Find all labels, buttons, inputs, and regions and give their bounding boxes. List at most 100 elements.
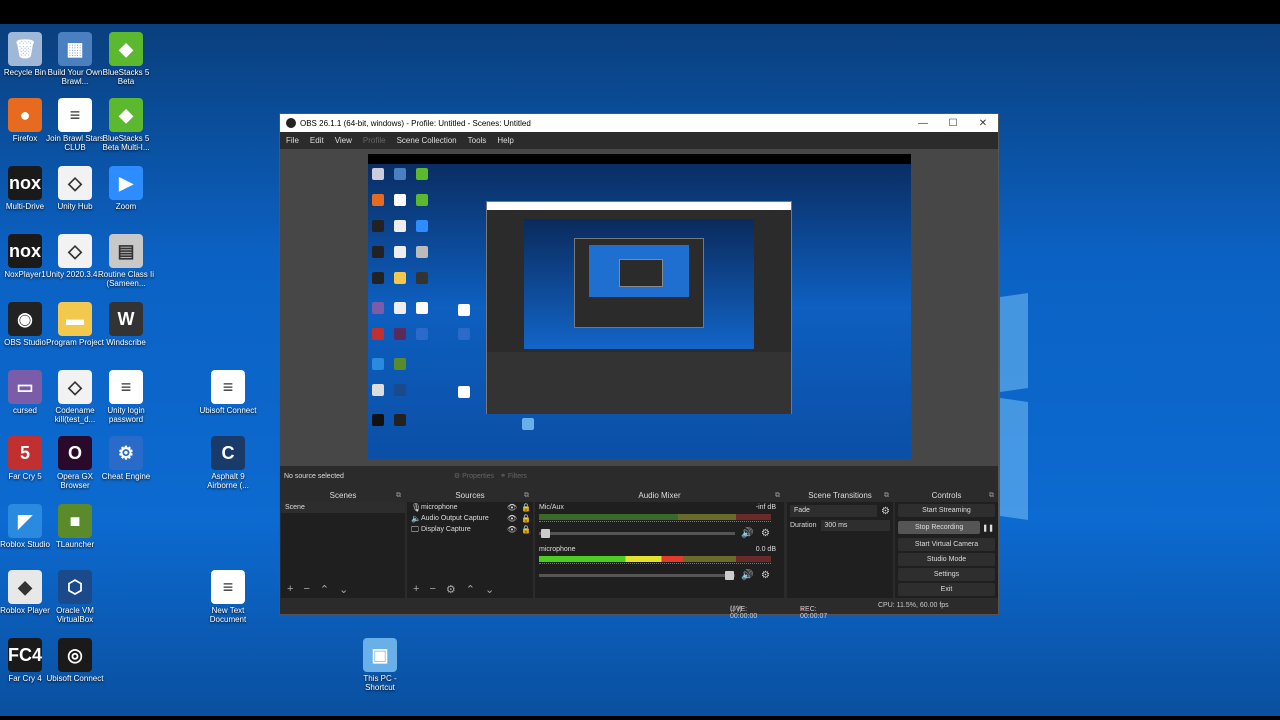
desktop-icon[interactable]: ≡ Ubisoft Connect (198, 370, 258, 415)
menu-bar: File Edit View Profile Scene Collection … (280, 132, 998, 149)
menu-profile[interactable]: Profile (363, 136, 386, 145)
source-status-bar: No source selected ⚙ Properties ⚭ Filter… (280, 466, 998, 486)
popout-icon[interactable]: ⧉ (989, 490, 994, 502)
document-icon: ▦ (58, 32, 92, 66)
popout-icon[interactable]: ⧉ (524, 490, 529, 502)
desktop-icon[interactable]: ⬡ Oracle VM VirtualBox (45, 570, 105, 624)
scenes-toolbar: + − ⌃ ⌄ (281, 580, 405, 598)
add-scene-button[interactable]: + (287, 583, 293, 595)
mini-desktop-icon (394, 168, 406, 180)
controls-header: Controls ⧉ (895, 490, 998, 502)
desktop-icon-label: BlueStacks 5 Beta Multi-I... (102, 134, 150, 152)
volume-slider[interactable] (539, 529, 735, 538)
transition-select[interactable]: Fade (790, 505, 878, 517)
move-down-icon[interactable]: ⌄ (485, 583, 494, 596)
recycle-bin-icon: 🗑 (8, 32, 42, 66)
desktop-icon[interactable]: ⚙ Cheat Engine (96, 436, 156, 481)
mini-desktop-icon (394, 328, 406, 340)
menu-help[interactable]: Help (497, 136, 513, 145)
firefox-icon: ● (8, 98, 42, 132)
mini-desktop-icon (394, 272, 406, 284)
remove-source-button[interactable]: − (429, 583, 435, 595)
start-virtual-camera-button[interactable]: Start Virtual Camera (898, 538, 995, 551)
bluestacks-icon: ◆ (109, 32, 143, 66)
volume-meter (539, 514, 771, 520)
channel-settings-icon[interactable]: ⚙ (761, 570, 770, 581)
popout-icon[interactable]: ⧉ (396, 490, 401, 502)
lock-icon[interactable]: 🔒 (519, 514, 533, 523)
properties-button[interactable]: ⚙ Properties (454, 472, 494, 480)
stop-recording-button[interactable]: Stop Recording (898, 521, 981, 534)
lock-icon[interactable]: 🔒 (519, 503, 533, 512)
virtualbox-icon: ⬡ (58, 570, 92, 604)
source-item[interactable]: 🔈 Audio Output Capture 👁 🔒 (407, 513, 533, 524)
desktop-icon[interactable]: ◆ BlueStacks 5 Beta Multi-I... (96, 98, 156, 152)
minimize-button[interactable]: — (908, 118, 938, 129)
controls-title: Controls (931, 491, 962, 500)
desktop-icon[interactable]: ◎ Ubisoft Connect (45, 638, 105, 683)
mini-desktop-icon (372, 302, 384, 314)
channel-settings-icon[interactable]: ⚙ (761, 528, 770, 539)
desktop-icon[interactable]: ▤ Routine Class Ii (Sameen... (96, 234, 156, 288)
mini-desktop-icon (394, 220, 406, 232)
menu-tools[interactable]: Tools (468, 136, 487, 145)
sources-title: Sources (455, 491, 485, 500)
filters-button[interactable]: ⚭ Filters (500, 472, 527, 480)
source-item[interactable]: 🎙 microphone 👁 🔒 (407, 502, 533, 513)
scene-item[interactable]: Scene (281, 502, 405, 513)
desktop-icon[interactable]: W Windscribe (96, 302, 156, 347)
transition-settings-icon[interactable]: ⚙ (881, 506, 890, 517)
desktop-icon[interactable]: ≡ New Text Document (198, 570, 258, 624)
duration-input[interactable]: 300 ms (821, 520, 890, 531)
mini-desktop-icon (416, 328, 428, 340)
properties-label: Properties (462, 473, 495, 480)
add-source-button[interactable]: + (413, 583, 419, 595)
mute-icon[interactable]: 🔊 (741, 528, 753, 539)
source-name: Display Capture (421, 526, 471, 533)
desktop-icon[interactable]: ≡ Unity login password (96, 370, 156, 424)
monitor-icon: 🖵 (411, 524, 419, 534)
slider-knob[interactable] (725, 571, 735, 580)
remove-scene-button[interactable]: − (303, 583, 309, 595)
studio-mode-button[interactable]: Studio Mode (898, 553, 995, 566)
popout-icon[interactable]: ⧉ (775, 490, 780, 502)
mini-desktop-icon (416, 246, 428, 258)
menu-view[interactable]: View (335, 136, 352, 145)
visibility-icon[interactable]: 👁 (505, 514, 519, 523)
desktop-icon-label: Asphalt 9 Airborne (... (207, 472, 249, 490)
move-up-icon[interactable]: ⌃ (320, 583, 329, 596)
mini-desktop-icon (372, 328, 384, 340)
lock-icon[interactable]: 🔒 (519, 525, 533, 534)
exit-button[interactable]: Exit (898, 583, 995, 596)
desktop-icon-label: TLauncher (55, 540, 95, 549)
volume-slider[interactable] (539, 571, 735, 580)
text-file-icon: ≡ (211, 570, 245, 604)
menu-edit[interactable]: Edit (310, 136, 324, 145)
visibility-icon[interactable]: 👁 (505, 503, 519, 512)
source-settings-icon[interactable]: ⚙ (446, 583, 456, 596)
start-streaming-button[interactable]: Start Streaming (898, 504, 995, 517)
mini-desktop-icon (458, 328, 470, 340)
settings-button[interactable]: Settings (898, 568, 995, 581)
popout-icon[interactable]: ⧉ (884, 490, 889, 502)
desktop-icon[interactable]: ▶ Zoom (96, 166, 156, 211)
maximize-button[interactable]: ☐ (938, 118, 968, 129)
desktop-icon[interactable]: C Asphalt 9 Airborne (... (198, 436, 258, 490)
status-bar: ((·)) LIVE: 00:00:00 ● REC: 00:00:07 CPU… (280, 598, 998, 620)
desktop-icon[interactable]: ■ TLauncher (45, 504, 105, 549)
desktop-icon[interactable]: ▣ This PC - Shortcut (350, 638, 410, 692)
preview-canvas[interactable] (368, 154, 911, 459)
visibility-icon[interactable]: 👁 (505, 525, 519, 534)
source-item[interactable]: 🖵 Display Capture 👁 🔒 (407, 524, 533, 535)
menu-scene-collection[interactable]: Scene Collection (397, 136, 457, 145)
move-down-icon[interactable]: ⌄ (339, 583, 348, 596)
close-button[interactable]: ✕ (968, 118, 998, 129)
move-up-icon[interactable]: ⌃ (466, 583, 475, 596)
pause-recording-button[interactable]: ❚❚ (982, 524, 994, 532)
slider-knob[interactable] (540, 529, 550, 538)
mute-icon[interactable]: 🔊 (741, 570, 753, 581)
mini-desktop-icon (372, 384, 384, 396)
desktop-icon[interactable]: ◆ BlueStacks 5 Beta (96, 32, 156, 86)
mini-desktop-icon (416, 272, 428, 284)
menu-file[interactable]: File (286, 136, 299, 145)
